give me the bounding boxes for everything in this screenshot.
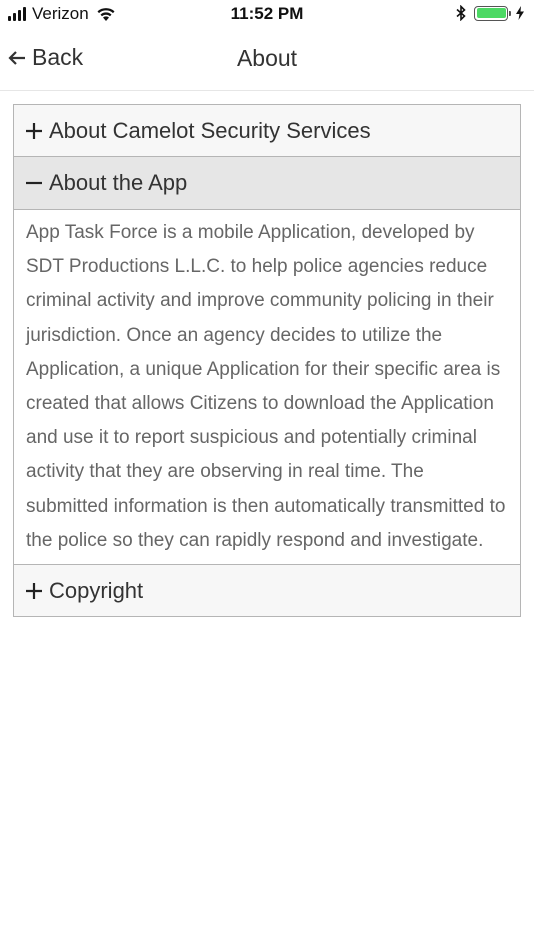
- clock: 11:52 PM: [230, 4, 304, 23]
- section-header-app[interactable]: About the App: [13, 157, 521, 210]
- section-label: Copyright: [49, 577, 144, 603]
- plus-icon: [26, 582, 42, 599]
- minus-icon: [26, 181, 42, 185]
- status-right: [456, 5, 524, 21]
- section-header-camelot[interactable]: About Camelot Security Services: [13, 104, 521, 157]
- navigation-bar: Back About: [0, 30, 534, 91]
- plus-icon: [26, 122, 42, 139]
- bluetooth-icon: [456, 5, 466, 21]
- section-label: About Camelot Security Services: [49, 117, 371, 143]
- section-header-copyright[interactable]: Copyright: [13, 564, 521, 618]
- section-label: About the App: [49, 170, 188, 195]
- battery-level: [476, 8, 506, 18]
- charging-bolt-icon: [516, 6, 524, 20]
- page-title: About: [236, 45, 298, 71]
- status-bar: Verizon 11:52 PM: [0, 0, 534, 30]
- battery-icon: [474, 5, 511, 21]
- section-body-app: App Task Force is a mobile Application, …: [13, 210, 521, 565]
- about-accordion: About Camelot Security Services About th…: [13, 104, 521, 618]
